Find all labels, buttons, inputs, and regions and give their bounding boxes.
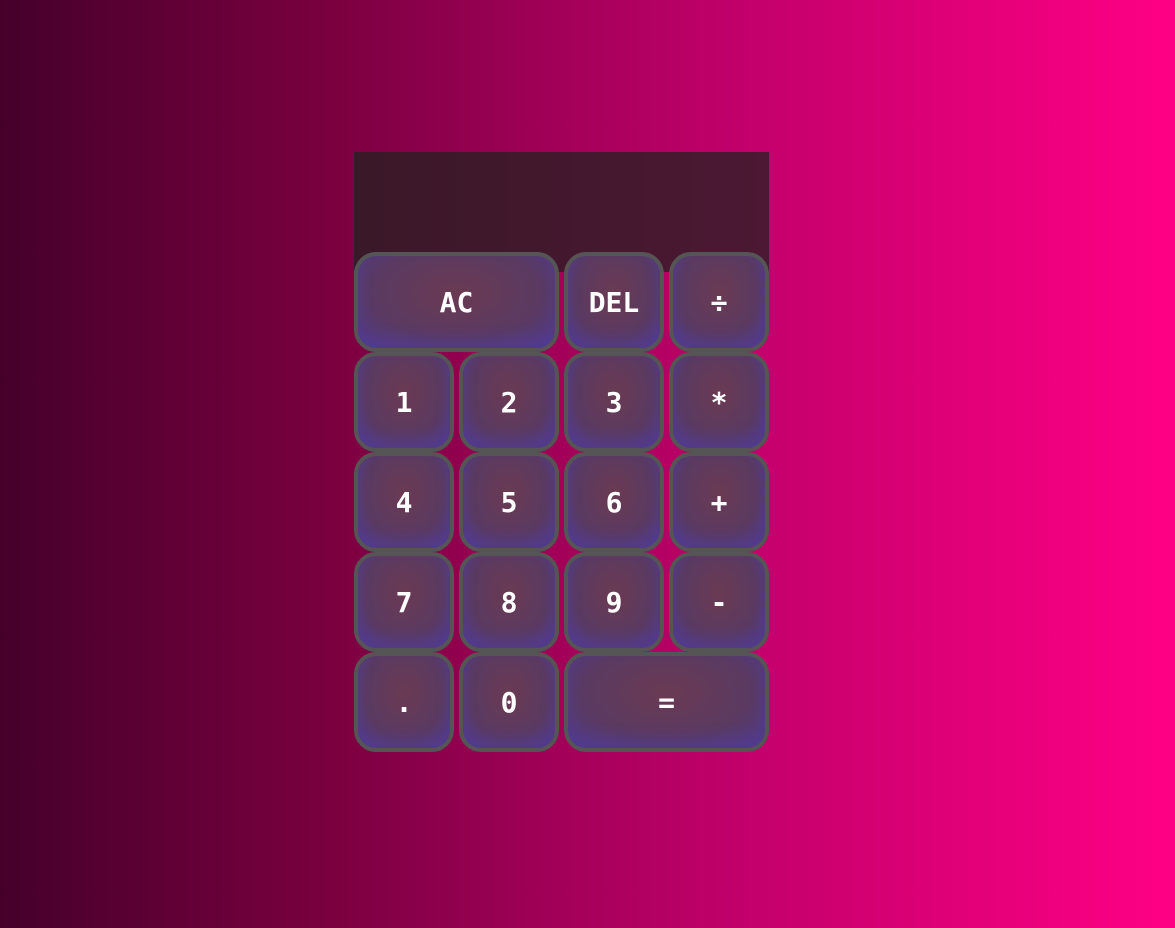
divide-button[interactable]: ÷ [669, 252, 769, 352]
delete-button[interactable]: DEL [564, 252, 664, 352]
number-4-button[interactable]: 4 [354, 452, 454, 552]
add-button[interactable]: + [669, 452, 769, 552]
number-8-button[interactable]: 8 [459, 552, 559, 652]
all-clear-button[interactable]: AC [354, 252, 559, 352]
number-1-button[interactable]: 1 [354, 352, 454, 452]
number-9-button[interactable]: 9 [564, 552, 664, 652]
subtract-button[interactable]: - [669, 552, 769, 652]
number-5-button[interactable]: 5 [459, 452, 559, 552]
decimal-button[interactable]: . [354, 652, 454, 752]
number-7-button[interactable]: 7 [354, 552, 454, 652]
calculator-grid: AC DEL ÷ 1 2 3 * 4 5 6 + 7 8 9 - . 0 = [354, 152, 769, 752]
multiply-button[interactable]: * [669, 352, 769, 452]
number-2-button[interactable]: 2 [459, 352, 559, 452]
number-6-button[interactable]: 6 [564, 452, 664, 552]
number-3-button[interactable]: 3 [564, 352, 664, 452]
number-0-button[interactable]: 0 [459, 652, 559, 752]
equals-button[interactable]: = [564, 652, 769, 752]
